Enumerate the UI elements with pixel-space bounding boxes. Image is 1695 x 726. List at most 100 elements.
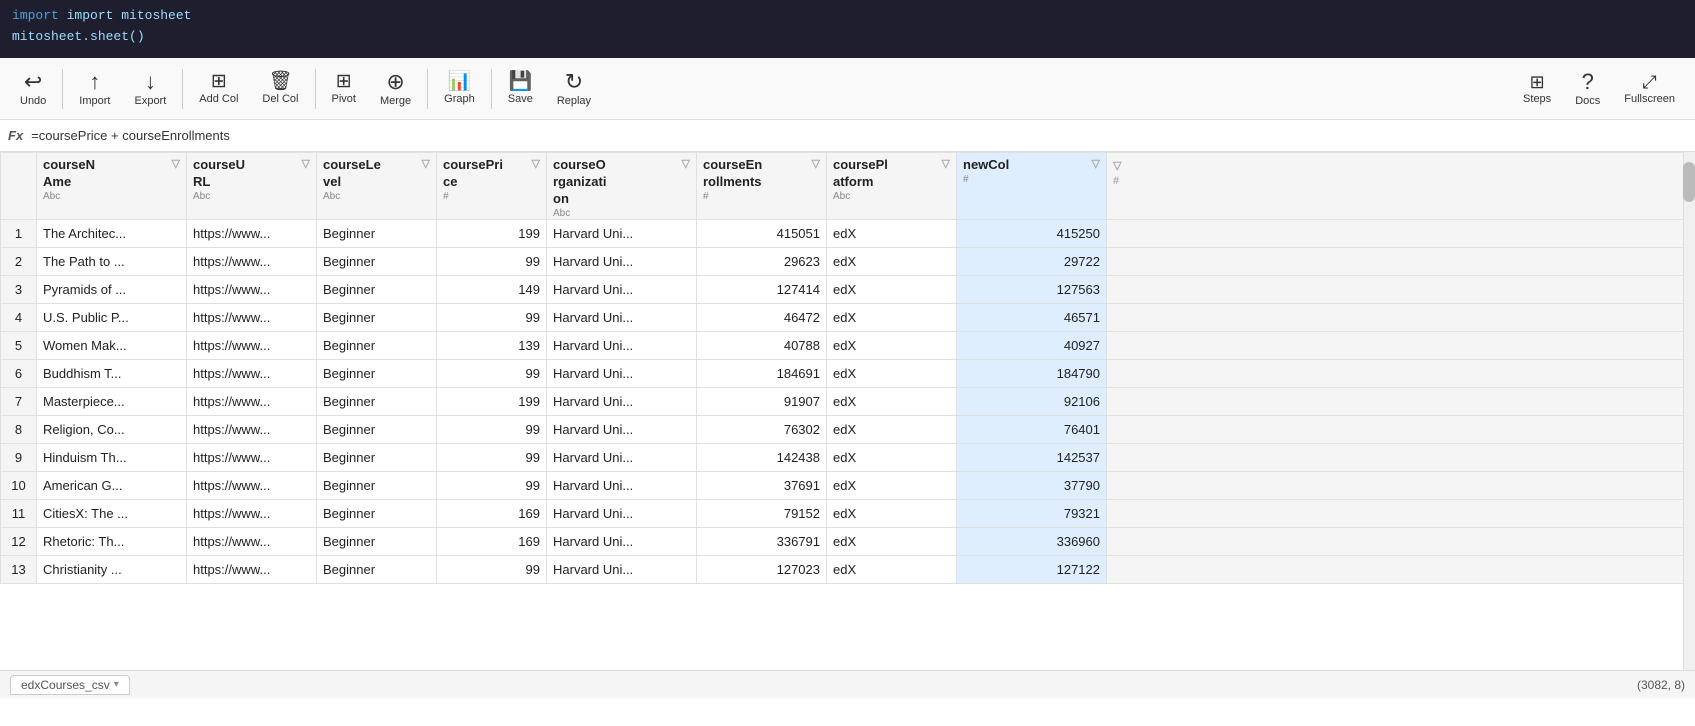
cell-courseorg[interactable]: Harvard Uni... (547, 359, 697, 387)
cell-courseplat[interactable]: edX (827, 471, 957, 499)
cell-courseplat[interactable]: edX (827, 275, 957, 303)
filter-coursename-icon[interactable]: ▽ (172, 157, 180, 170)
cell-courseplat[interactable]: edX (827, 415, 957, 443)
cell-courseprice[interactable]: 169 (437, 527, 547, 555)
filter-courseurl-icon[interactable]: ▽ (302, 157, 310, 170)
cell-courseenroll[interactable]: 336791 (697, 527, 827, 555)
cell-courselevel[interactable]: Beginner (317, 303, 437, 331)
cell-courselevel[interactable]: Beginner (317, 275, 437, 303)
steps-button[interactable]: ⊞ Steps (1511, 61, 1563, 117)
cell-newcol[interactable]: 76401 (957, 415, 1107, 443)
cell-courseprice[interactable]: 99 (437, 303, 547, 331)
table-row[interactable]: 3 Pyramids of ... https://www... Beginne… (1, 275, 1695, 303)
cell-coursename[interactable]: Religion, Co... (37, 415, 187, 443)
cell-coursename[interactable]: Buddhism T... (37, 359, 187, 387)
cell-courseprice[interactable]: 169 (437, 499, 547, 527)
col-header-courseenroll[interactable]: courseEnrollments # ▽ (697, 153, 827, 220)
cell-courseplat[interactable]: edX (827, 527, 957, 555)
add-col-button[interactable]: ⊞ Add Col (187, 61, 250, 117)
cell-courseplat[interactable]: edX (827, 219, 957, 247)
filter-courseprice-icon[interactable]: ▽ (532, 157, 540, 170)
cell-courseenroll[interactable]: 127414 (697, 275, 827, 303)
cell-courseurl[interactable]: https://www... (187, 387, 317, 415)
col-header-courseplat[interactable]: coursePlatform Abc ▽ (827, 153, 957, 220)
table-row[interactable]: 2 The Path to ... https://www... Beginne… (1, 247, 1695, 275)
cell-courseurl[interactable]: https://www... (187, 499, 317, 527)
cell-courseplat[interactable]: edX (827, 499, 957, 527)
cell-newcol[interactable]: 184790 (957, 359, 1107, 387)
cell-courseorg[interactable]: Harvard Uni... (547, 443, 697, 471)
sheet-tab-dropdown-icon[interactable]: ▾ (114, 679, 119, 690)
col-header-courseprice[interactable]: coursePrice # ▽ (437, 153, 547, 220)
cell-courseplat[interactable]: edX (827, 359, 957, 387)
cell-courselevel[interactable]: Beginner (317, 499, 437, 527)
table-row[interactable]: 4 U.S. Public P... https://www... Beginn… (1, 303, 1695, 331)
undo-button[interactable]: ↩ Undo (8, 61, 58, 117)
cell-courseprice[interactable]: 139 (437, 331, 547, 359)
cell-courseurl[interactable]: https://www... (187, 359, 317, 387)
table-row[interactable]: 7 Masterpiece... https://www... Beginner… (1, 387, 1695, 415)
cell-newcol[interactable]: 46571 (957, 303, 1107, 331)
table-row[interactable]: 9 Hinduism Th... https://www... Beginner… (1, 443, 1695, 471)
table-row[interactable]: 6 Buddhism T... https://www... Beginner … (1, 359, 1695, 387)
cell-newcol[interactable]: 29722 (957, 247, 1107, 275)
cell-courseurl[interactable]: https://www... (187, 443, 317, 471)
col-header-courseurl[interactable]: courseURL Abc ▽ (187, 153, 317, 220)
table-row[interactable]: 12 Rhetoric: Th... https://www... Beginn… (1, 527, 1695, 555)
cell-courseorg[interactable]: Harvard Uni... (547, 471, 697, 499)
cell-courseprice[interactable]: 199 (437, 219, 547, 247)
cell-coursename[interactable]: Rhetoric: Th... (37, 527, 187, 555)
sheet-tab[interactable]: edxCourses_csv ▾ (10, 675, 130, 695)
cell-courseorg[interactable]: Harvard Uni... (547, 499, 697, 527)
cell-courseplat[interactable]: edX (827, 303, 957, 331)
cell-newcol[interactable]: 37790 (957, 471, 1107, 499)
cell-courseurl[interactable]: https://www... (187, 219, 317, 247)
cell-courselevel[interactable]: Beginner (317, 331, 437, 359)
cell-coursename[interactable]: Pyramids of ... (37, 275, 187, 303)
cell-courseorg[interactable]: Harvard Uni... (547, 387, 697, 415)
cell-courseurl[interactable]: https://www... (187, 415, 317, 443)
table-row[interactable]: 11 CitiesX: The ... https://www... Begin… (1, 499, 1695, 527)
cell-courselevel[interactable]: Beginner (317, 219, 437, 247)
sheet-scrollbar[interactable] (1683, 152, 1695, 670)
cell-courseprice[interactable]: 99 (437, 359, 547, 387)
cell-coursename[interactable]: The Path to ... (37, 247, 187, 275)
cell-courseorg[interactable]: Harvard Uni... (547, 527, 697, 555)
cell-courseurl[interactable]: https://www... (187, 247, 317, 275)
cell-courseenroll[interactable]: 142438 (697, 443, 827, 471)
filter-courseenroll-icon[interactable]: ▽ (812, 157, 820, 170)
pivot-button[interactable]: ⊞ Pivot (320, 61, 368, 117)
filter-newcol-icon[interactable]: ▽ (1092, 157, 1100, 170)
cell-courseorg[interactable]: Harvard Uni... (547, 555, 697, 583)
cell-courseenroll[interactable]: 415051 (697, 219, 827, 247)
cell-newcol[interactable]: 92106 (957, 387, 1107, 415)
save-button[interactable]: 💾 Save (496, 61, 545, 117)
import-button[interactable]: ↑ Import (67, 61, 122, 117)
cell-courseurl[interactable]: https://www... (187, 275, 317, 303)
cell-courseorg[interactable]: Harvard Uni... (547, 247, 697, 275)
cell-courseprice[interactable]: 99 (437, 555, 547, 583)
cell-coursename[interactable]: The Architec... (37, 219, 187, 247)
fullscreen-button[interactable]: ⤢ Fullscreen (1612, 61, 1687, 117)
cell-courseenroll[interactable]: 184691 (697, 359, 827, 387)
docs-button[interactable]: ? Docs (1563, 61, 1612, 117)
cell-courseprice[interactable]: 99 (437, 415, 547, 443)
cell-courseenroll[interactable]: 29623 (697, 247, 827, 275)
cell-courseorg[interactable]: Harvard Uni... (547, 303, 697, 331)
cell-coursename[interactable]: Christianity ... (37, 555, 187, 583)
cell-newcol[interactable]: 127563 (957, 275, 1107, 303)
cell-courseorg[interactable]: Harvard Uni... (547, 219, 697, 247)
sheet-scroll-thumb[interactable] (1683, 162, 1695, 202)
cell-newcol[interactable]: 142537 (957, 443, 1107, 471)
cell-courseenroll[interactable]: 127023 (697, 555, 827, 583)
cell-courselevel[interactable]: Beginner (317, 443, 437, 471)
table-row[interactable]: 5 Women Mak... https://www... Beginner 1… (1, 331, 1695, 359)
filter-courselevel-icon[interactable]: ▽ (422, 157, 430, 170)
cell-courselevel[interactable]: Beginner (317, 387, 437, 415)
cell-courseplat[interactable]: edX (827, 443, 957, 471)
cell-coursename[interactable]: U.S. Public P... (37, 303, 187, 331)
cell-courseplat[interactable]: edX (827, 331, 957, 359)
cell-courseprice[interactable]: 149 (437, 275, 547, 303)
filter-courseplat-icon[interactable]: ▽ (942, 157, 950, 170)
cell-courseenroll[interactable]: 91907 (697, 387, 827, 415)
